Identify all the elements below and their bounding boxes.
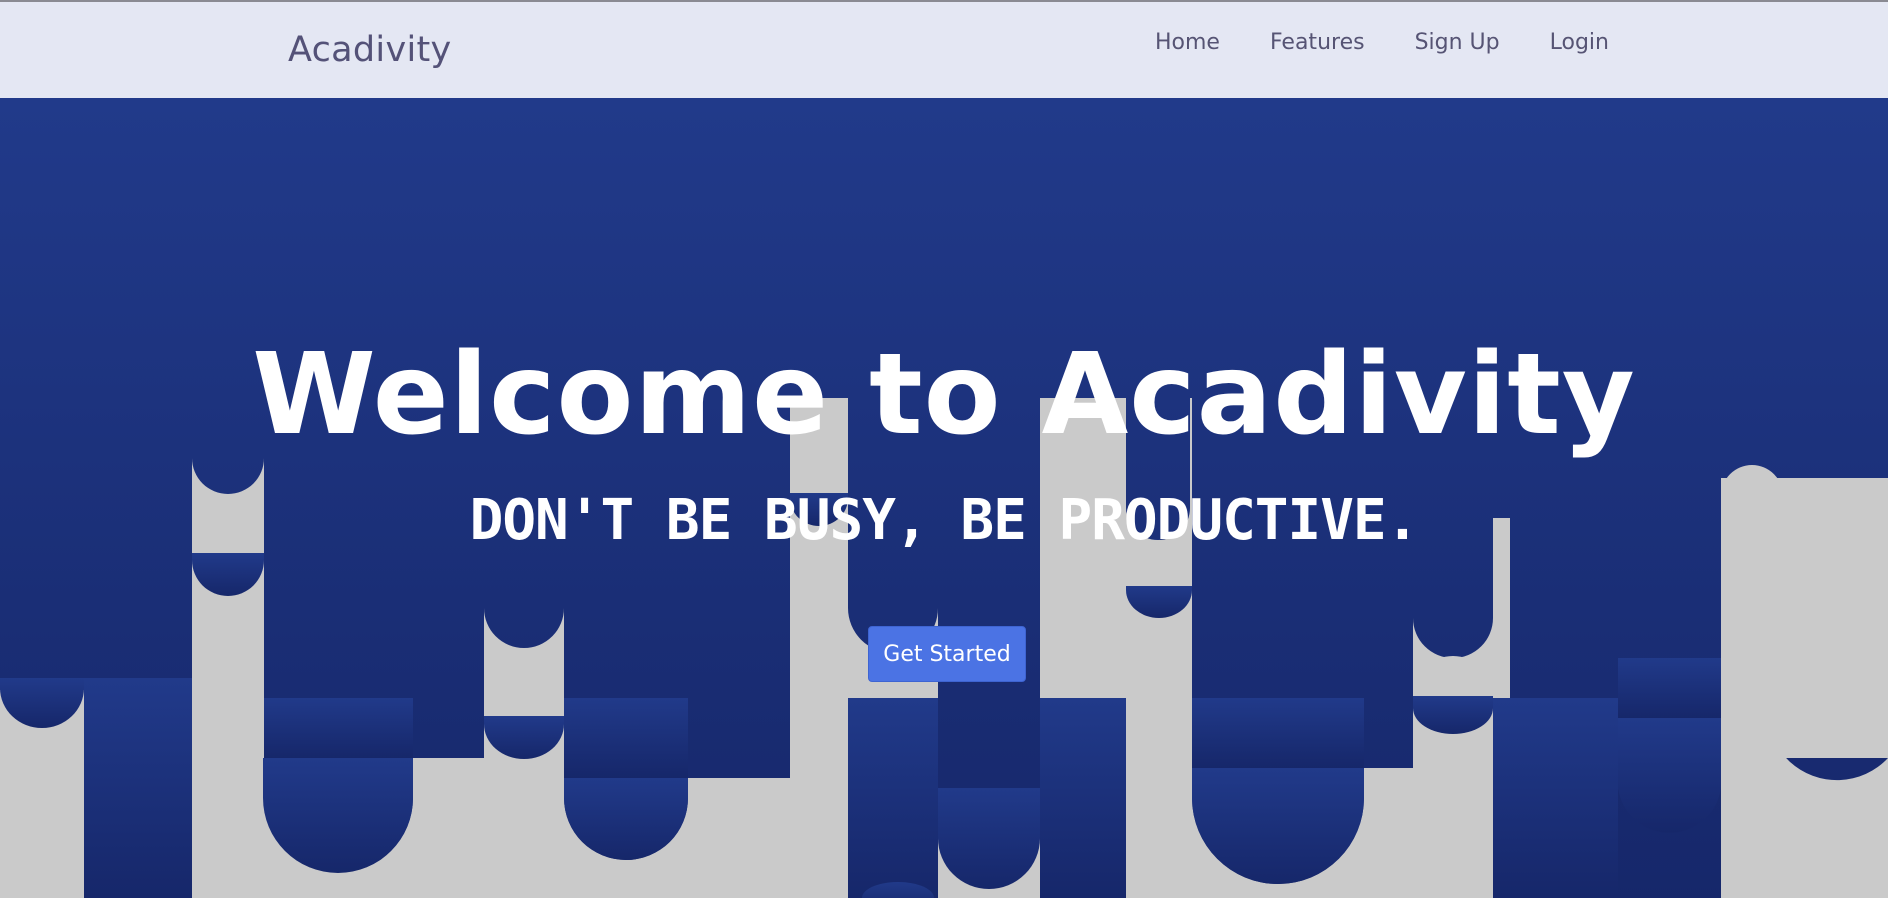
get-started-button[interactable]: Get Started xyxy=(868,626,1026,682)
nav-features-link[interactable]: Features xyxy=(1245,30,1390,55)
hero-section: Welcome to Acadivity DON'T BE BUSY, BE P… xyxy=(0,98,1888,898)
navbar: Acadivity Home Features Sign Up Login xyxy=(0,2,1888,98)
brand-logo-link[interactable]: Acadivity xyxy=(288,30,452,70)
nav-signup-link[interactable]: Sign Up xyxy=(1390,30,1525,55)
page: Acadivity Home Features Sign Up Login We… xyxy=(0,0,1888,898)
nav-links: Home Features Sign Up Login xyxy=(1130,30,1634,55)
hero-drip-background xyxy=(0,98,1888,898)
nav-home-link[interactable]: Home xyxy=(1130,30,1245,55)
nav-login-link[interactable]: Login xyxy=(1525,30,1634,55)
